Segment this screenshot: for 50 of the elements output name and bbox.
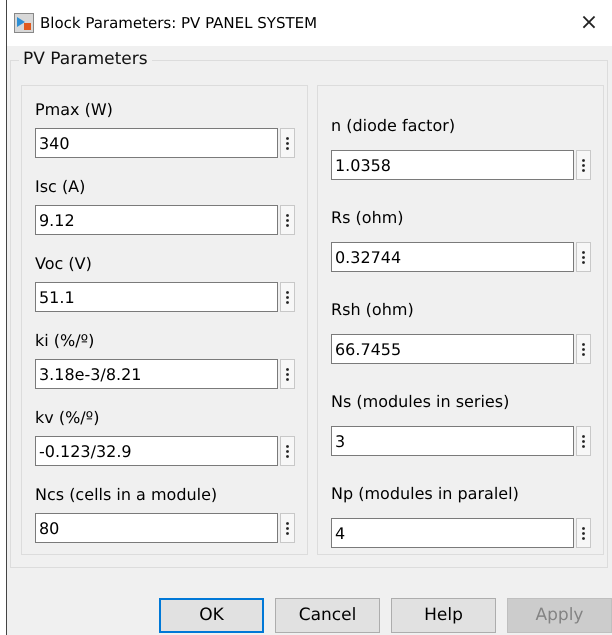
parameter-field[interactable]: 3.18e-3/8.21 xyxy=(35,359,278,389)
more-options-button[interactable] xyxy=(280,436,295,466)
dialog-button[interactable]: OK xyxy=(159,598,264,633)
parameter-field[interactable]: 9.12 xyxy=(35,205,278,235)
vertical-dots-icon xyxy=(286,214,289,226)
more-options-button[interactable] xyxy=(576,426,591,456)
parameter-label: Rsh (ohm) xyxy=(331,299,414,321)
parameter-label: kv (%/º) xyxy=(35,407,100,429)
parameter-field[interactable]: -0.123/32.9 xyxy=(35,436,278,466)
parameter-label: Pmax (W) xyxy=(35,99,113,121)
more-options-button[interactable] xyxy=(576,518,591,548)
more-options-button[interactable] xyxy=(280,282,295,312)
dialog-button[interactable]: Help xyxy=(391,598,496,633)
parameter-field[interactable]: 66.7455 xyxy=(331,334,574,364)
vertical-dots-icon xyxy=(286,290,289,304)
parameter-label: Voc (V) xyxy=(35,253,92,275)
parameter-field[interactable]: 51.1 xyxy=(35,282,278,312)
parameter-field[interactable]: 0.32744 xyxy=(331,242,574,272)
vertical-dots-icon xyxy=(582,342,585,356)
parameter-label: ki (%/º) xyxy=(35,330,94,352)
parameter-label: Ns (modules in series) xyxy=(331,391,510,413)
parameter-label: Rs (ohm) xyxy=(331,207,404,229)
more-options-button[interactable] xyxy=(280,513,295,543)
dialog-button[interactable]: Cancel xyxy=(275,598,380,633)
parameter-label: n (diode factor) xyxy=(331,115,456,137)
more-options-button[interactable] xyxy=(280,205,295,235)
close-button[interactable]: × xyxy=(566,11,612,35)
window-title: Block Parameters: PV PANEL SYSTEM xyxy=(40,12,318,34)
more-options-button[interactable] xyxy=(280,359,295,389)
parameter-label: Ncs (cells in a module) xyxy=(35,484,218,506)
vertical-dots-icon xyxy=(286,136,289,150)
vertical-dots-icon xyxy=(286,444,289,458)
parameter-field[interactable]: 80 xyxy=(35,513,278,543)
parameter-label: Isc (A) xyxy=(35,176,86,198)
vertical-dots-icon xyxy=(286,368,289,380)
vertical-dots-icon xyxy=(582,526,585,540)
parameter-label: Np (modules in paralel) xyxy=(331,483,519,505)
vertical-dots-icon xyxy=(582,434,585,448)
more-options-button[interactable] xyxy=(576,242,591,272)
more-options-button[interactable] xyxy=(280,128,295,158)
vertical-dots-icon xyxy=(582,158,585,172)
more-options-button[interactable] xyxy=(576,150,591,180)
more-options-button[interactable] xyxy=(576,334,591,364)
vertical-dots-icon xyxy=(582,250,585,264)
vertical-dots-icon xyxy=(286,522,289,534)
parameter-field[interactable]: 4 xyxy=(331,518,574,548)
parameter-field[interactable]: 340 xyxy=(35,128,278,158)
block-icon xyxy=(14,13,34,33)
parameter-field[interactable]: 3 xyxy=(331,426,574,456)
parameter-field[interactable]: 1.0358 xyxy=(331,150,574,180)
